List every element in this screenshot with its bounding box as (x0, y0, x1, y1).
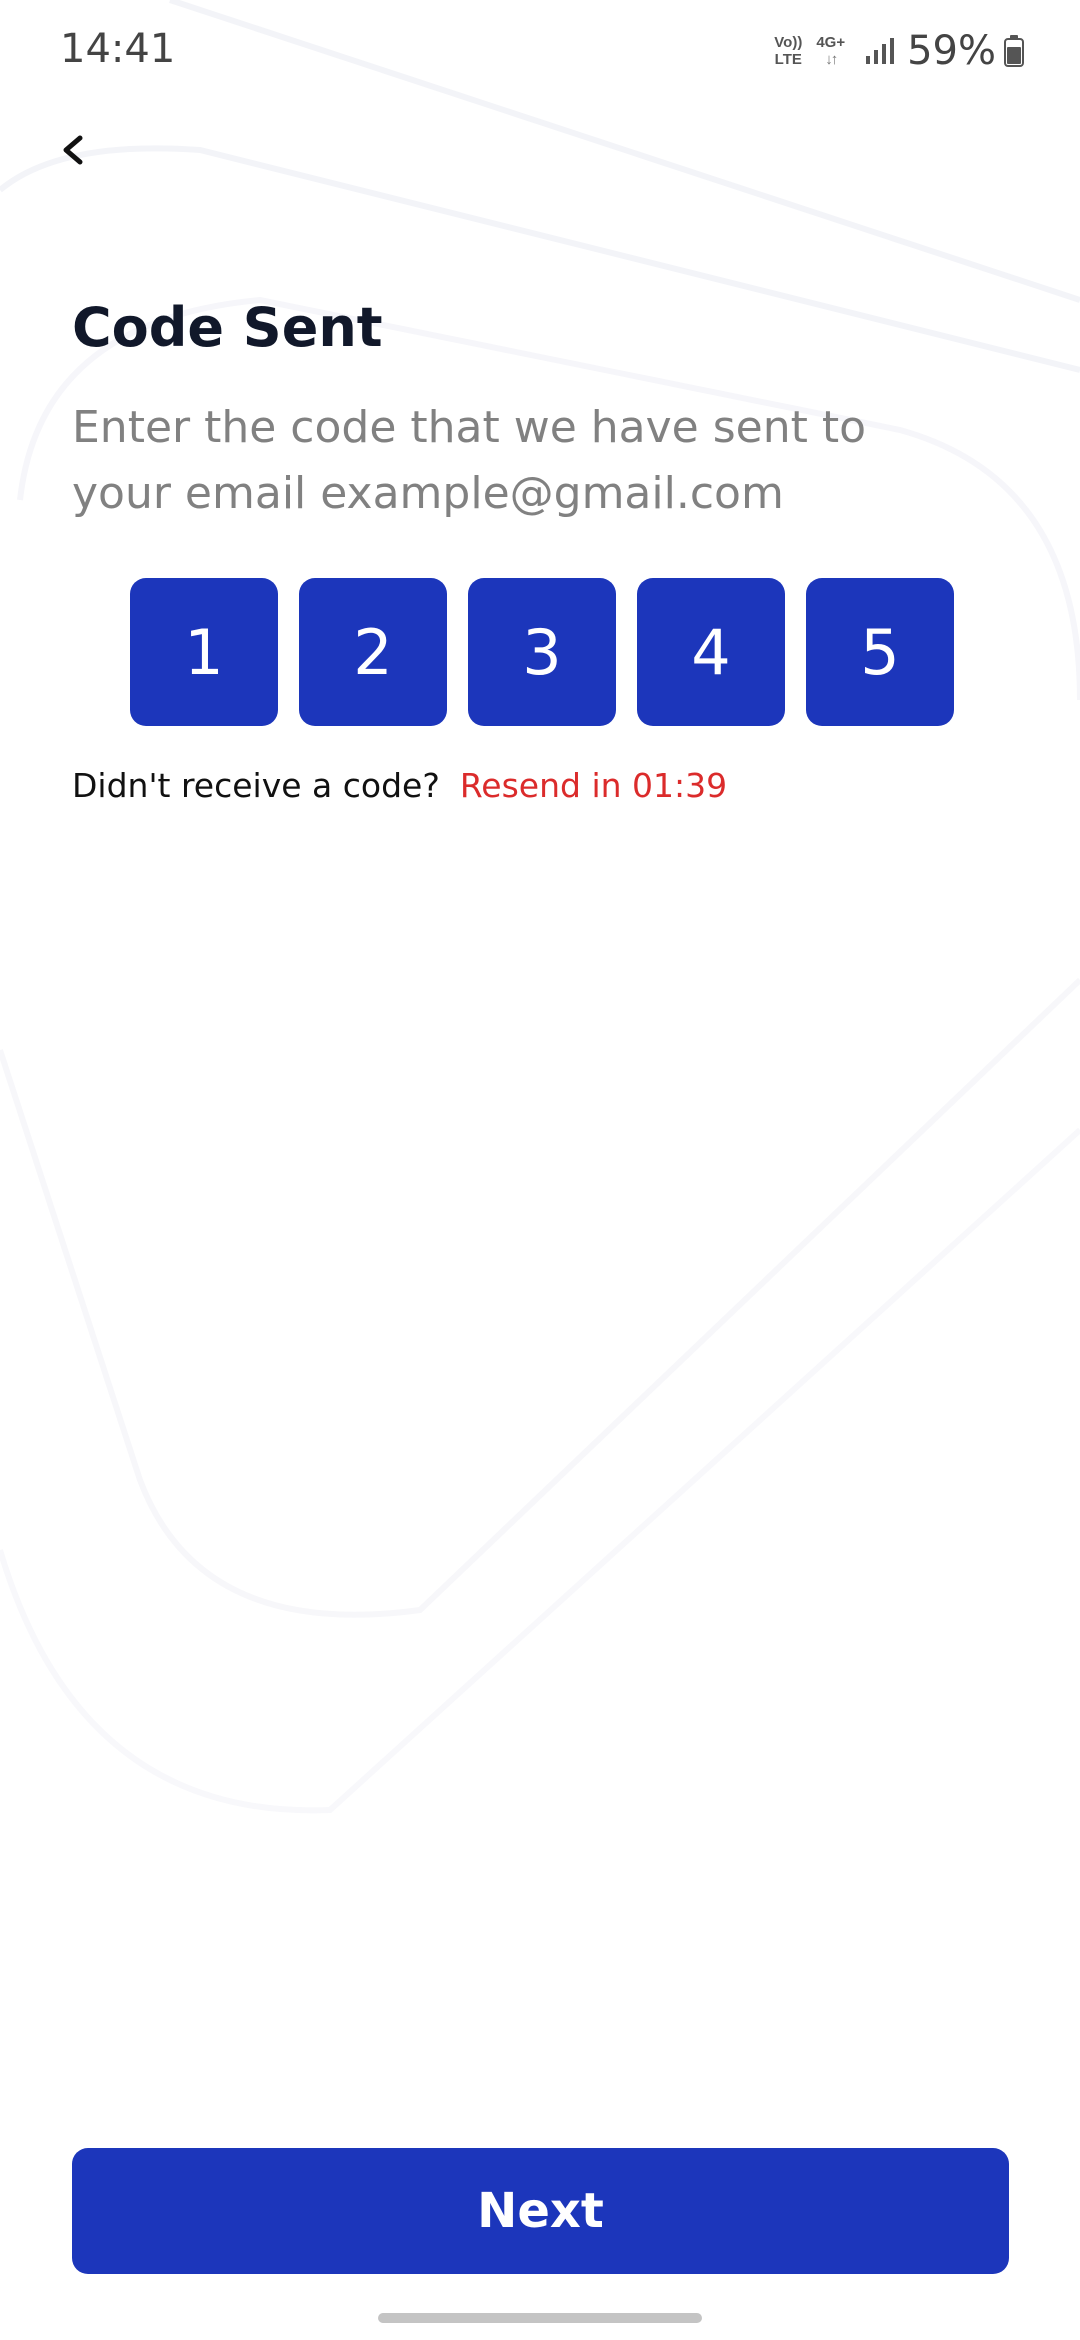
signal-bars-icon (866, 38, 895, 64)
data-arrows-icon: ↓↑ (825, 51, 838, 68)
otp-digit-4[interactable]: 4 (637, 578, 785, 726)
resend-timer-link[interactable]: Resend in 01:39 (460, 766, 727, 805)
otp-digit-2[interactable]: 2 (299, 578, 447, 726)
volte-bottom-label: LTE (774, 51, 802, 68)
volte-icon: Vo)) LTE (774, 35, 802, 67)
volte-top-label: Vo)) (774, 34, 803, 51)
resend-row: Didn't receive a code? Resend in 01:39 (72, 766, 727, 805)
battery-percent: 59% (907, 28, 996, 74)
back-button[interactable] (44, 120, 104, 180)
otp-digit-1[interactable]: 1 (130, 578, 278, 726)
home-indicator[interactable] (378, 2313, 702, 2323)
resend-prompt: Didn't receive a code? (72, 766, 440, 805)
status-bar: 14:41 Vo)) LTE 4G+ ↓↑ 59% (0, 0, 1080, 100)
status-icons: Vo)) LTE 4G+ ↓↑ 59% (774, 26, 1024, 76)
chevron-left-icon (63, 135, 83, 165)
otp-input-group: 1 2 3 4 5 (130, 578, 954, 726)
otp-digit-3[interactable]: 3 (468, 578, 616, 726)
network-type-label: 4G+ (816, 34, 846, 51)
next-button[interactable]: Next (72, 2148, 1009, 2274)
code-verification-screen: 14:41 Vo)) LTE 4G+ ↓↑ 59% Code Sent Ente… (0, 0, 1080, 2340)
status-time: 14:41 (60, 26, 176, 72)
battery-icon (1004, 35, 1024, 67)
page-subtitle: Enter the code that we have sent to your… (72, 402, 866, 519)
page-title: Code Sent (72, 296, 383, 359)
network-type-icon: 4G+ ↓↑ (816, 35, 845, 67)
otp-digit-5[interactable]: 5 (806, 578, 954, 726)
